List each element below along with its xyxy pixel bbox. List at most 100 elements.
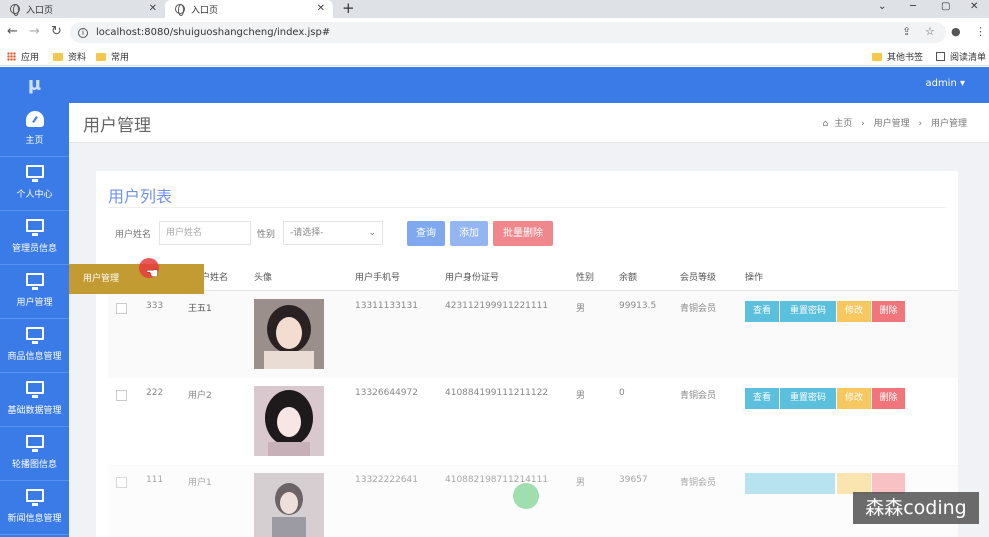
- reload-icon[interactable]: ↻: [51, 24, 62, 39]
- bookmark-folder[interactable]: 常用: [96, 50, 129, 63]
- gender-select[interactable]: -请选择- ⌄: [283, 221, 383, 245]
- column-header: 户姓名: [201, 273, 229, 283]
- browser-tab-active[interactable]: 入口页 ✕: [165, 0, 333, 18]
- sidebar-item-home[interactable]: 主页: [0, 103, 69, 157]
- search-button[interactable]: 查询: [407, 221, 445, 246]
- column-header: 性别: [576, 273, 595, 283]
- name-filter-input[interactable]: 用户姓名: [159, 221, 251, 245]
- delete-button[interactable]: [872, 473, 905, 494]
- site-info-icon[interactable]: i: [78, 27, 88, 38]
- close-window-icon[interactable]: ✕: [970, 1, 978, 12]
- sidebar-item-label: 基础数据管理: [7, 406, 62, 416]
- bookmark-apps[interactable]: 应用: [7, 50, 39, 63]
- tab-search-icon[interactable]: ⌄: [878, 1, 886, 12]
- minimize-icon[interactable]: ─: [910, 1, 916, 12]
- sidebar-item-products[interactable]: 商品信息管理: [0, 319, 69, 373]
- table-header: 户姓名 头像 用户手机号 用户身份证号 性别 余额 会员等级 操作: [108, 261, 958, 291]
- share-icon[interactable]: ⇪: [902, 25, 911, 38]
- reading-list[interactable]: 阅读清单: [936, 50, 986, 63]
- sidebar-item-label: 新闻信息管理: [7, 514, 62, 524]
- folder-icon: [872, 52, 882, 61]
- column-header: 操作: [745, 273, 764, 283]
- users-flyout-menu[interactable]: 用户管理: [69, 264, 204, 294]
- cell-id: 111: [146, 475, 164, 485]
- cell-phone: 13322222641: [355, 475, 418, 485]
- monitor-icon: [25, 435, 44, 452]
- cell-id: 222: [146, 388, 164, 398]
- bookmarks-bar: 应用 资料 常用 其他书签 阅读清单: [0, 46, 989, 66]
- reset-password-button[interactable]: 重置密码: [780, 301, 836, 322]
- sidebar-item-news[interactable]: 新闻信息管理: [0, 481, 69, 535]
- column-header: 头像: [254, 273, 273, 283]
- page-title: 用户管理: [83, 116, 151, 136]
- globe-icon: [175, 4, 185, 16]
- breadcrumb-separator: ›: [861, 119, 865, 129]
- edit-button[interactable]: [837, 473, 871, 494]
- sidebar-item-label: 商品信息管理: [7, 352, 62, 362]
- reset-password-button[interactable]: 重置密码: [780, 388, 836, 409]
- sidebar-item-basedata[interactable]: 基础数据管理: [0, 373, 69, 427]
- column-header: 余额: [619, 273, 638, 283]
- apps-grid-icon: [7, 52, 16, 61]
- browser-tab[interactable]: 入口页 ✕: [0, 0, 165, 18]
- edit-button[interactable]: 修改: [837, 388, 871, 409]
- chevron-down-icon: ⌄: [368, 228, 376, 238]
- globe-icon: [10, 4, 20, 16]
- card-title: 用户列表: [108, 187, 173, 206]
- table-row: 222 用户2 13326644972 410884199111211122 男…: [108, 378, 958, 466]
- sidebar-item-personal[interactable]: 个人中心: [0, 157, 69, 211]
- sidebar-item-label: 管理员信息: [11, 244, 57, 254]
- close-tab-icon[interactable]: ✕: [317, 3, 325, 14]
- reading-list-icon: [936, 52, 945, 61]
- bookmark-folder[interactable]: 资料: [53, 50, 86, 63]
- breadcrumb-item[interactable]: 用户管理: [874, 119, 910, 129]
- tab-label: 入口页: [26, 5, 54, 16]
- back-icon[interactable]: ←: [7, 24, 18, 39]
- batch-delete-button[interactable]: 批量删除: [493, 221, 553, 246]
- action-buttons-blurred[interactable]: [745, 473, 835, 494]
- dashboard-icon: [25, 111, 44, 127]
- cell-level: 青铜会员: [680, 391, 717, 401]
- delete-button[interactable]: 删除: [872, 388, 905, 409]
- address-bar-row: ← → ↻ i localhost:8080/shuiguoshangcheng…: [0, 18, 989, 46]
- row-checkbox[interactable]: [116, 477, 127, 488]
- row-checkbox[interactable]: [116, 303, 127, 314]
- breadcrumb-home[interactable]: 主页: [834, 119, 852, 129]
- monitor-icon: [25, 381, 44, 398]
- watermark: 森森coding: [853, 492, 979, 524]
- add-button[interactable]: 添加: [450, 221, 488, 246]
- cell-phone: 13326644972: [355, 388, 418, 398]
- cell-gender: 男: [576, 304, 586, 314]
- row-checkbox[interactable]: [116, 390, 127, 401]
- forward-icon[interactable]: →: [29, 24, 40, 39]
- delete-button[interactable]: 删除: [872, 301, 905, 322]
- bookmark-other[interactable]: 其他书签: [872, 50, 923, 63]
- profile-icon[interactable]: ●: [951, 25, 961, 38]
- view-button[interactable]: 查看: [745, 388, 779, 409]
- sidebar-item-admin[interactable]: 管理员信息: [0, 211, 69, 265]
- column-header: 用户身份证号: [445, 273, 500, 283]
- gender-filter-label: 性别: [257, 230, 276, 240]
- table-row: 333 王五1 13311133131 423112199911221111 男…: [108, 291, 958, 379]
- star-icon[interactable]: ☆: [925, 25, 935, 38]
- cell-gender: 男: [576, 478, 586, 488]
- cell-name: 王五1: [188, 304, 212, 314]
- folder-icon: [53, 52, 63, 61]
- maximize-icon[interactable]: ▢: [941, 1, 950, 12]
- new-tab-icon[interactable]: +: [342, 0, 355, 17]
- sidebar-item-users[interactable]: 用户管理: [0, 265, 69, 319]
- column-header: 会员等级: [680, 273, 717, 283]
- avatar: [254, 473, 324, 537]
- column-header: 用户手机号: [355, 273, 401, 283]
- close-tab-icon[interactable]: ✕: [149, 3, 157, 14]
- view-button[interactable]: 查看: [745, 301, 779, 322]
- cell-id: 333: [146, 301, 164, 311]
- url-field[interactable]: i localhost:8080/shuiguoshangcheng/index…: [70, 22, 946, 43]
- menu-icon[interactable]: ⋮: [975, 25, 986, 38]
- top-navbar: μ admin ▾: [0, 67, 989, 103]
- logo: μ: [27, 74, 42, 95]
- user-menu[interactable]: admin ▾: [925, 78, 965, 89]
- edit-button[interactable]: 修改: [837, 301, 871, 322]
- sidebar-item-carousel[interactable]: 轮播图信息: [0, 427, 69, 481]
- sidebar-item-label: 轮播图信息: [11, 460, 57, 470]
